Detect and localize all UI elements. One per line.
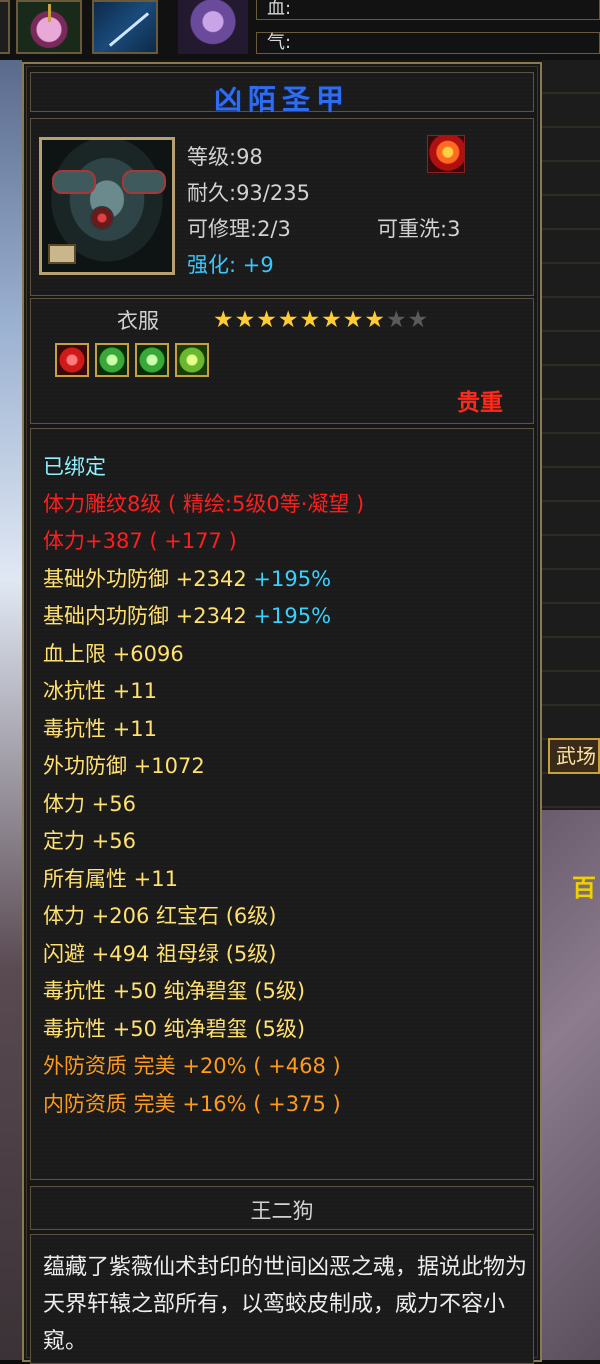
ruby-gem-icon <box>55 343 89 377</box>
attr-all: 所有属性 +11 <box>43 867 178 891</box>
emerald-gem-icon <box>95 343 129 377</box>
attr-gem-ruby: 体力 +206 红宝石 (6级) <box>43 904 277 928</box>
item-description: 蕴藏了紫薇仙术封印的世间凶恶之魂，据说此物为天界轩辕之部所有，以鸾蛟皮制成，威力… <box>43 1255 528 1354</box>
gem-sockets <box>55 343 209 377</box>
tourmaline-gem-icon <box>135 343 169 377</box>
item-type-box: 衣服 ★★★★★★★★★★ 贵重 <box>30 298 534 424</box>
tourmaline-gem-icon <box>175 343 209 377</box>
star-filled-icon: ★ <box>256 307 278 333</box>
blood-bar: 血: <box>256 0 600 20</box>
description-box: 蕴藏了紫薇仙术封印的世间凶恶之魂，据说此物为天界轩辕之部所有，以鸾蛟皮制成，威力… <box>30 1234 534 1364</box>
target-avatar[interactable] <box>178 0 248 54</box>
character-art-left <box>0 60 22 1360</box>
attr-phys-def: 基础外功防御 +2342 +195% <box>43 563 331 593</box>
attr-stamina-main: 体力+387 ( +177 ) <box>43 529 237 553</box>
star-empty-icon: ★ <box>386 307 408 333</box>
item-enhance: 强化: +9 <box>187 249 274 279</box>
bind-lock-icon <box>48 244 76 264</box>
star-filled-icon: ★ <box>321 307 343 333</box>
star-filled-icon: ★ <box>234 307 257 333</box>
maker-name: 王二狗 <box>250 1199 314 1223</box>
pendant-chain-icon <box>48 4 51 22</box>
rarity-label: 贵重 <box>457 390 503 416</box>
attr-gem-tourmaline-2: 毒抗性 +50 纯净碧玺 (5级) <box>43 1017 306 1041</box>
maker-box: 王二狗 <box>30 1186 534 1230</box>
fire-element-icon <box>427 135 465 173</box>
item-info-box: 等级:98 耐久:93/235 可修理:2/3 可重洗:3 强化: +9 <box>30 118 534 296</box>
attr-outer-def: 外功防御 +1072 <box>43 754 205 778</box>
star-rating: ★★★★★★★★★★ <box>213 307 429 333</box>
enhance-value: +9 <box>242 253 274 277</box>
attr-hp-max: 血上限 +6096 <box>43 642 184 666</box>
attr-ice-res: 冰抗性 +11 <box>43 679 157 703</box>
arena-button[interactable]: 武场 <box>548 738 600 774</box>
qi-label: 气: <box>267 32 292 53</box>
attr-phys-def-pct: +195% <box>253 567 332 591</box>
item-rewash: 可重洗:3 <box>377 217 461 241</box>
attr-inner-def: 基础内功防御 +2342 +195% <box>43 600 331 630</box>
needle-slot[interactable] <box>92 0 158 54</box>
blood-label: 血: <box>267 0 292 19</box>
star-filled-icon: ★ <box>277 307 300 333</box>
armor-shoulder-right <box>122 170 166 194</box>
bound-status: 已绑定 <box>43 455 106 479</box>
star-filled-icon: ★ <box>213 307 235 333</box>
title-box: 凶陌圣甲 <box>30 72 534 116</box>
item-level: 等级:98 <box>187 145 263 169</box>
star-filled-icon: ★ <box>342 307 365 333</box>
attr-stamina: 体力 +56 <box>43 792 136 816</box>
attr-carve: 体力雕纹8级 ( 精绘:5级0等·凝望 ) <box>43 492 365 516</box>
attr-quality-inner: 内防资质 完美 +16% ( +375 ) <box>43 1092 341 1116</box>
attributes-box: 已绑定 体力雕纹8级 ( 精绘:5级0等·凝望 ) 体力+387 ( +177 … <box>30 428 534 1180</box>
item-tooltip: 凶陌圣甲 等级:98 耐久:93/235 可修理:2/3 可重洗:3 强化: +… <box>22 62 542 1364</box>
attr-poison-res: 毒抗性 +11 <box>43 717 157 741</box>
item-name: 凶陌圣甲 <box>213 83 350 116</box>
pendant-slot[interactable] <box>16 0 82 54</box>
star-filled-icon: ★ <box>299 307 322 333</box>
armor-portrait-icon <box>39 137 175 275</box>
attr-gem-tourmaline-1: 毒抗性 +50 纯净碧玺 (5级) <box>43 979 306 1003</box>
armor-shoulder-left <box>52 170 96 194</box>
attr-gem-emerald: 闪避 +494 祖母绿 (5级) <box>43 942 277 966</box>
item-type: 衣服 <box>117 309 159 333</box>
attr-phys-def-base: 基础外功防御 +2342 <box>43 567 247 591</box>
attr-inner-def-base: 基础内功防御 +2342 <box>43 604 247 628</box>
attr-quality-outer: 外防资质 完美 +20% ( +468 ) <box>43 1054 341 1078</box>
star-filled-icon: ★ <box>364 307 386 333</box>
qi-bar: 气: <box>256 32 600 54</box>
enhance-label: 强化: <box>187 253 237 277</box>
right-list-strip <box>542 60 600 1360</box>
armor-gem-eye <box>90 206 114 230</box>
item-repairable: 可修理:2/3 <box>187 217 291 241</box>
attr-focus: 定力 +56 <box>43 829 136 853</box>
side-glyph: 百 <box>572 874 596 902</box>
attr-inner-def-pct: +195% <box>253 604 332 628</box>
equip-slot-left[interactable] <box>0 0 10 54</box>
star-empty-icon: ★ <box>407 307 430 333</box>
item-durability: 耐久:93/235 <box>187 181 310 205</box>
